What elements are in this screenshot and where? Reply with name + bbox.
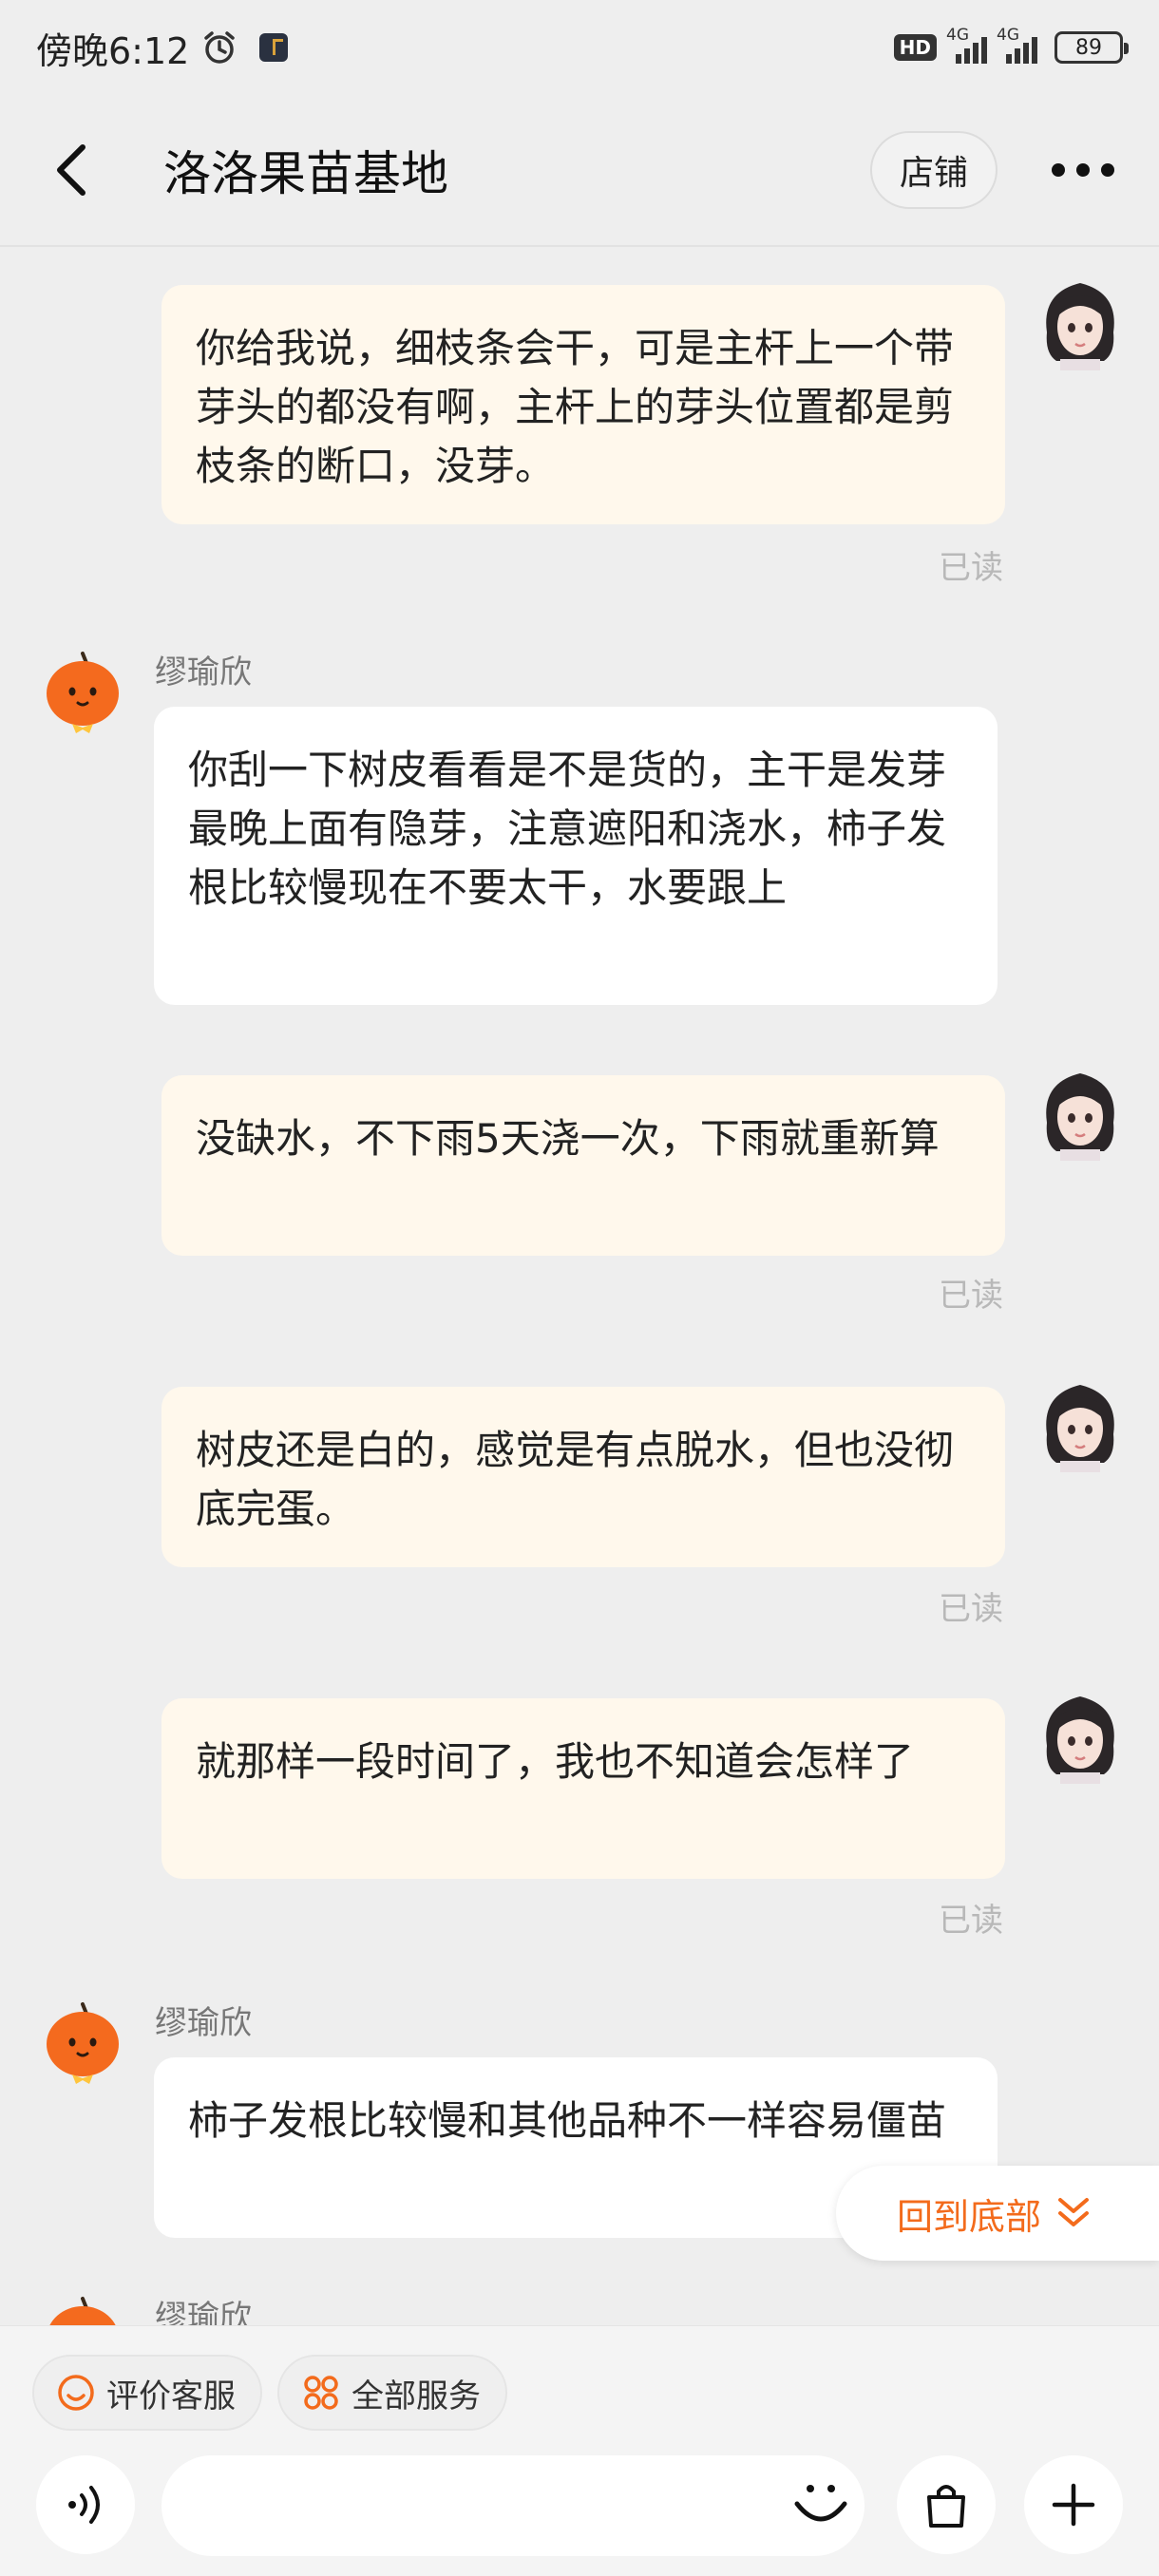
seller-avatar[interactable] <box>42 2293 124 2325</box>
chevron-left-icon <box>57 144 86 196</box>
user-avatar[interactable] <box>1037 275 1123 370</box>
message-text: 你给我说，细枝条会干，可是主杆上一个带芽头的都没有啊，主杆上的芽头位置都是剪枝条… <box>196 325 955 489</box>
back-button[interactable] <box>19 113 124 227</box>
signal-icon-2: 4G <box>997 26 1037 64</box>
sender-name: 缪瑜欣 <box>155 2299 252 2325</box>
emoji-icon <box>794 2485 847 2522</box>
read-status: 已读 <box>939 1277 1003 1315</box>
chat-header: 洛洛果苗基地 店铺 <box>0 95 1159 247</box>
page-title: 洛洛果苗基地 <box>163 146 448 201</box>
status-bar: 傍晚6:12 HD 4G 4G 89 <box>0 0 1159 95</box>
more-dot-icon <box>1052 163 1065 177</box>
store-button[interactable]: 店铺 <box>870 131 998 209</box>
scroll-to-bottom-button[interactable]: 回到底部 <box>836 2166 1159 2261</box>
message-text: 你刮一下树皮看看是不是货的，主干是发芽最晚上面有隐芽，注意遮阳和浇水，柿子发根比… <box>188 747 947 911</box>
message-text: 没缺水，不下雨5天浇一次，下雨就重新算 <box>196 1115 940 1162</box>
my-message-bubble[interactable]: 没缺水，不下雨5天浇一次，下雨就重新算 <box>162 1075 1005 1256</box>
bottom-input-area: 评价客服 全部服务 <box>0 2325 1159 2576</box>
emoji-button[interactable] <box>785 2469 857 2541</box>
voice-icon <box>68 2486 100 2524</box>
my-message-bubble[interactable]: 树皮还是白的，感觉是有点脱水，但也没彻底完蛋。 <box>162 1387 1005 1567</box>
sender-name: 缪瑜欣 <box>155 2004 252 2042</box>
app-notification-icon <box>259 33 289 62</box>
more-actions-button[interactable] <box>1024 2455 1123 2554</box>
double-chevron-down-icon <box>1058 2198 1090 2226</box>
read-status: 已读 <box>939 1590 1003 1628</box>
message-text: 树皮还是白的，感觉是有点脱水，但也没彻底完蛋。 <box>196 1427 955 1532</box>
my-message-bubble[interactable]: 就那样一段时间了，我也不知道会怎样了 <box>162 1698 1005 1879</box>
status-indicators: HD 4G 4G 89 <box>893 26 1129 64</box>
my-message-bubble[interactable]: 你给我说，细枝条会干，可是主杆上一个带芽头的都没有啊，主杆上的芽头位置都是剪枝条… <box>162 285 1005 524</box>
user-avatar[interactable] <box>1037 1377 1123 1472</box>
more-options-button[interactable] <box>1036 132 1130 208</box>
user-avatar[interactable] <box>1037 1066 1123 1161</box>
user-avatar[interactable] <box>1037 1689 1123 1784</box>
grid-icon <box>304 2376 338 2410</box>
message-text: 就那样一段时间了，我也不知道会怎样了 <box>196 1738 915 1785</box>
status-time: 傍晚6:12 <box>36 29 190 72</box>
message-input[interactable] <box>162 2455 864 2556</box>
seller-avatar[interactable] <box>42 1998 124 2086</box>
rate-service-button[interactable]: 评价客服 <box>32 2355 262 2431</box>
sender-name: 缪瑜欣 <box>155 653 252 691</box>
network-type-2: 4G <box>997 26 1019 45</box>
seller-message-bubble[interactable]: 你刮一下树皮看看是不是货的，主干是发芽最晚上面有隐芽，注意遮阳和浇水，柿子发根比… <box>154 707 998 1005</box>
voice-input-button[interactable] <box>36 2455 135 2554</box>
scroll-to-bottom-label: 回到底部 <box>897 2195 1042 2238</box>
smile-icon <box>58 2375 94 2411</box>
shopping-bag-icon <box>927 2485 965 2528</box>
seller-avatar[interactable] <box>42 648 124 735</box>
read-status: 已读 <box>939 549 1003 587</box>
network-type: 4G <box>946 26 969 45</box>
all-services-button[interactable]: 全部服务 <box>277 2355 507 2431</box>
plus-icon <box>1052 2483 1095 2527</box>
chat-list[interactable]: 你给我说，细枝条会干，可是主杆上一个带芽头的都没有啊，主杆上的芽头位置都是剪枝条… <box>0 249 1159 2325</box>
hd-badge: HD <box>893 34 937 61</box>
battery-level: 89 <box>1075 35 1102 60</box>
signal-icon: 4G <box>946 26 987 64</box>
rate-service-label: 评价客服 <box>106 2377 236 2415</box>
product-button[interactable] <box>897 2455 996 2554</box>
alarm-icon <box>204 31 236 64</box>
read-status: 已读 <box>939 1902 1003 1940</box>
message-text: 柿子发根比较慢和其他品种不一样容易僵苗 <box>188 2097 947 2144</box>
battery-icon: 89 <box>1054 31 1129 64</box>
all-services-label: 全部服务 <box>352 2377 481 2415</box>
